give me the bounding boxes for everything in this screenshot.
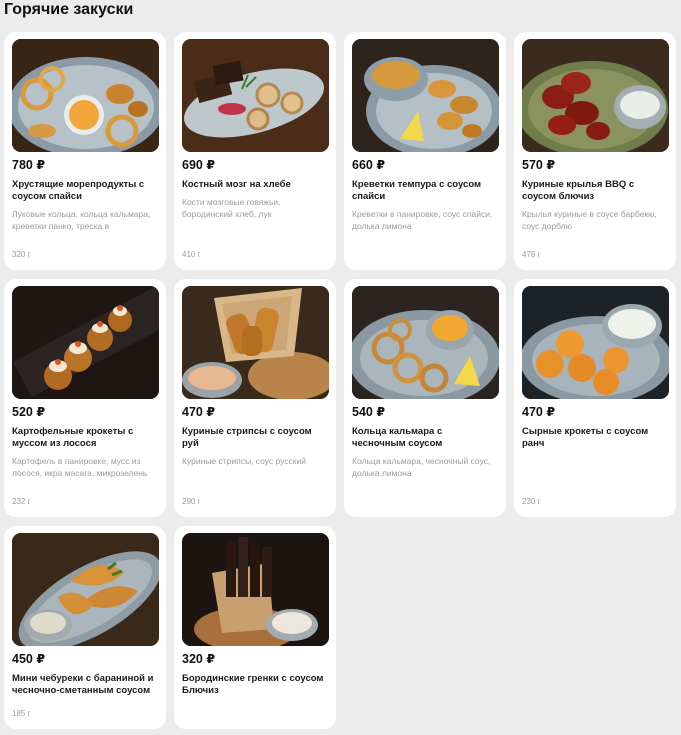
item-description: Кости мозговые говяжьи, бородинский хлеб…: [182, 197, 281, 219]
menu-card[interactable]: 780 ₽ Хрустящие морепродукты с соусом сп…: [4, 32, 166, 270]
item-weight: 232 г: [12, 497, 31, 506]
seafood-platter-icon: [12, 39, 159, 152]
tempura-shrimp-icon: [352, 39, 499, 152]
item-description: Креветки в панировке, соус спайси, дольк…: [352, 209, 493, 231]
menu-card[interactable]: 570 ₽ Куриные крылья BBQ с соусом блючиз…: [514, 32, 676, 270]
item-price: 520 ₽: [12, 405, 46, 419]
rye-croutons-icon: [182, 533, 329, 646]
item-weight: 230 г: [522, 497, 541, 506]
menu-card[interactable]: 690 ₽ Костный мозг на хлебе Кости мозгов…: [174, 32, 336, 270]
item-price: 660 ₽: [352, 158, 386, 172]
item-price: 450 ₽: [12, 652, 46, 666]
item-description: Куриные стрипсы, соус русский: [182, 456, 307, 466]
item-name: Хрустящие морепродукты с соусом спайси: [12, 179, 145, 202]
item-name: Мини чебуреки с бараниной и чесночно-сме…: [12, 673, 154, 696]
menu-card[interactable]: 320 ₽ Бородинские гренки с соусом Блючиз: [174, 526, 336, 729]
potato-croquettes-icon: [12, 286, 159, 399]
bone-marrow-icon: [182, 39, 329, 152]
menu-grid: 780 ₽ Хрустящие морепродукты с соусом сп…: [4, 32, 680, 732]
squid-rings-icon: [352, 286, 499, 399]
chebureki-icon: [12, 533, 159, 646]
item-description: Крылья куриные в соусе барбекю, соус дор…: [522, 209, 657, 231]
item-price: 320 ₽: [182, 652, 216, 666]
item-description: Картофель в панировке, мусс из лосося, и…: [12, 456, 148, 478]
item-name: Костный мозг на хлебе: [182, 179, 291, 190]
menu-card[interactable]: 540 ₽ Кольца кальмара с чесночным соусом…: [344, 279, 506, 517]
item-price: 470 ₽: [522, 405, 556, 419]
item-price: 690 ₽: [182, 158, 216, 172]
item-description: Кольца кальмара, чесночный соус, долька …: [352, 456, 491, 478]
item-price: 470 ₽: [182, 405, 216, 419]
item-weight: 478 г: [522, 250, 541, 259]
chicken-strips-icon: [182, 286, 329, 399]
item-price: 780 ₽: [12, 158, 46, 172]
item-name: Картофельные крокеты с муссом из лосося: [12, 426, 134, 449]
section-title: Горячие закуски: [4, 1, 134, 18]
item-weight: 290 г: [182, 497, 201, 506]
chicken-wings-icon: [522, 39, 669, 152]
item-name: Бородинские гренки с соусом Блючиз: [182, 673, 324, 696]
item-weight: 185 г: [12, 709, 31, 718]
menu-card[interactable]: 470 ₽ Куриные стрипсы с соусом руй Курин…: [174, 279, 336, 517]
menu-card[interactable]: 470 ₽ Сырные крокеты с соусом ранч 230 г: [514, 279, 676, 517]
menu-card[interactable]: 450 ₽ Мини чебуреки с бараниной и чесноч…: [4, 526, 166, 729]
item-description: Луковые кольца, кольца кальмара, креветк…: [12, 209, 151, 231]
cheese-croquettes-icon: [522, 286, 669, 399]
item-name: Кольца кальмара с чесночным соусом: [352, 426, 443, 449]
item-price: 570 ₽: [522, 158, 556, 172]
item-weight: 410 г: [182, 250, 201, 259]
item-name: Сырные крокеты с соусом ранч: [522, 426, 649, 449]
item-name: Куриные стрипсы с соусом руй: [182, 426, 312, 449]
menu-card[interactable]: 520 ₽ Картофельные крокеты с муссом из л…: [4, 279, 166, 517]
menu-card[interactable]: 660 ₽ Креветки темпура с соусом спайси К…: [344, 32, 506, 270]
item-weight: 320 г: [12, 250, 31, 259]
item-price: 540 ₽: [352, 405, 386, 419]
item-name: Куриные крылья BBQ с соусом блючиз: [522, 179, 635, 202]
item-name: Креветки темпура с соусом спайси: [352, 179, 482, 202]
